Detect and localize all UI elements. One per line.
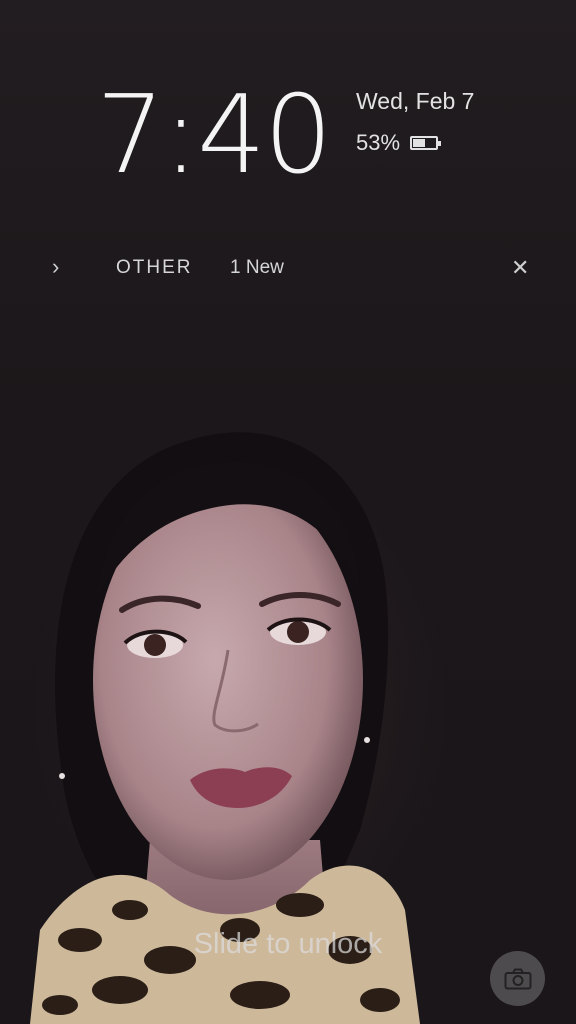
- camera-shortcut-button[interactable]: [490, 951, 545, 1006]
- battery-icon: [410, 136, 442, 150]
- slide-to-unlock-hint[interactable]: Slide to unlock: [0, 928, 576, 961]
- clock-time: 7:40: [96, 73, 333, 198]
- battery-level-fill: [413, 139, 426, 147]
- notification-count: 1 New: [230, 257, 284, 278]
- battery-status: 53%: [356, 130, 442, 156]
- notification-category: OTHER: [116, 257, 193, 278]
- notification-group[interactable]: › OTHER 1 New ✕: [0, 248, 576, 286]
- close-icon[interactable]: ✕: [511, 255, 529, 281]
- lock-screen: 7:40 Wed, Feb 7 53% › OTHER 1 New ✕ Slid…: [0, 0, 576, 1024]
- chevron-right-icon[interactable]: ›: [52, 254, 59, 280]
- battery-percent: 53%: [356, 130, 401, 155]
- camera-icon: [504, 968, 531, 989]
- date-label: Wed, Feb 7: [356, 88, 475, 114]
